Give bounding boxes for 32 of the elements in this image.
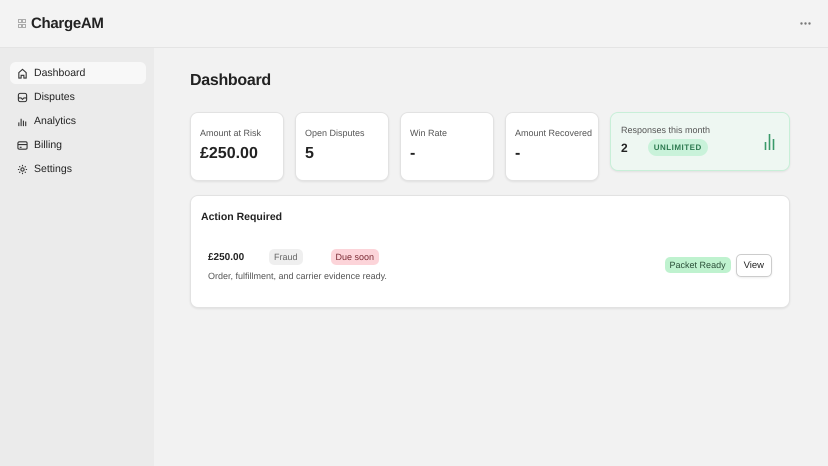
stat-value: £250.00 (200, 145, 259, 163)
dispute-amount: £250.00 (208, 252, 246, 262)
view-button[interactable]: View (736, 254, 772, 276)
stat-value: - (515, 145, 522, 163)
gear-icon (17, 164, 28, 174)
stat-value: 2 (621, 140, 628, 154)
app-name: ChargeAM (31, 15, 104, 32)
grid-icon (18, 19, 26, 28)
card-icon (17, 140, 28, 150)
bar-chart-icon (764, 133, 775, 150)
reason-tag: Fraud (269, 249, 303, 265)
stat-value: - (410, 145, 416, 163)
due-tag: Due soon (330, 249, 380, 265)
panel-title: Action Required (201, 211, 284, 223)
sidebar-item[interactable]: Disputes (10, 86, 146, 108)
stat-label: Open Disputes (305, 128, 366, 138)
stat-value: 5 (305, 145, 315, 163)
stat-label: Amount at Risk (200, 128, 262, 138)
more-icon[interactable] (800, 22, 811, 25)
sidebar-item[interactable]: Billing (10, 134, 146, 156)
stat-label: Win Rate (410, 128, 448, 138)
sidebar-item[interactable]: Dashboard (10, 62, 146, 84)
status-tag: Packet Ready (664, 257, 731, 273)
inbox-icon (17, 92, 28, 102)
home-icon (17, 68, 28, 78)
plan-badge: UNLIMITED (648, 139, 708, 156)
stat-label: Amount Recovered (515, 128, 589, 138)
page-title: Dashboard (190, 72, 272, 90)
stat-label: Responses this month (621, 125, 710, 135)
dispute-description: Order, fulfillment, and carrier evidence ready. (208, 271, 387, 281)
sidebar-item[interactable]: Analytics (10, 110, 146, 132)
sidebar-item[interactable]: Settings (10, 158, 146, 180)
